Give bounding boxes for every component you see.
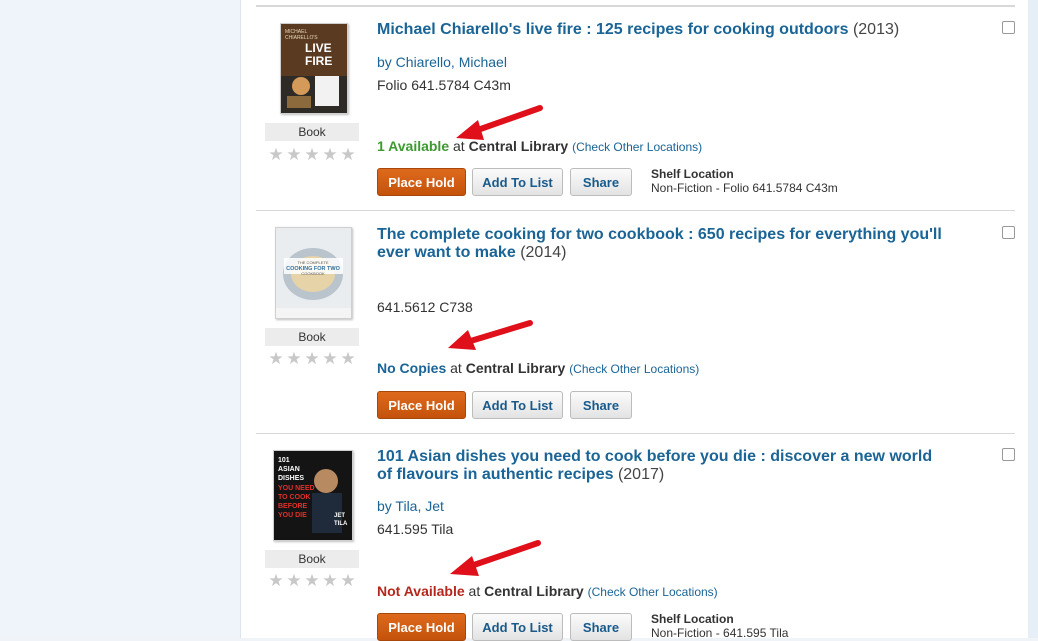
left-sidebar (0, 0, 241, 638)
select-checkbox[interactable] (1002, 226, 1015, 239)
cover-text: 101 (278, 457, 290, 464)
availability-status: No Copies (377, 360, 447, 376)
availability-line: Not Available at Central Library (Check … (377, 583, 718, 599)
author-link[interactable]: by Chiarello, Michael (377, 54, 507, 70)
star-icon[interactable]: ★ (339, 572, 357, 589)
cover-art: 101 ASIAN DISHES YOU NEED TO COOK BEFORE… (274, 451, 352, 540)
publication-year: (2017) (617, 466, 665, 483)
check-other-locations-link[interactable]: (Check Other Locations) (569, 362, 699, 376)
result-item: 101 ASIAN DISHES YOU NEED TO COOK BEFORE… (256, 433, 1015, 641)
cover-text: YOU NEED (278, 485, 315, 492)
select-checkbox[interactable] (1002, 448, 1015, 461)
star-rating[interactable]: ★ ★ ★ ★ ★ (267, 572, 361, 589)
star-rating[interactable]: ★ ★ ★ ★ ★ (267, 146, 361, 163)
cover-art: MICHAEL CHIARELLO'S LIVE FIRE (281, 24, 347, 113)
cover-text: TO COOK (278, 494, 311, 501)
cover-art: THE COMPLETE COOKING FOR TWO COOKBOOK (276, 228, 351, 318)
star-icon[interactable]: ★ (267, 350, 285, 367)
cover-text: COOKBOOK (301, 271, 325, 276)
shelf-location-label: Shelf Location (651, 167, 734, 181)
book-cover-image[interactable]: 101 ASIAN DISHES YOU NEED TO COOK BEFORE… (273, 450, 353, 541)
result-title: 101 Asian dishes you need to cook before… (377, 448, 947, 484)
star-icon[interactable]: ★ (285, 350, 303, 367)
call-number: 641.595 Tila (377, 521, 454, 537)
result-title: The complete cooking for two cookbook : … (377, 226, 947, 262)
cover-text: JET (334, 513, 345, 519)
star-icon[interactable]: ★ (285, 572, 303, 589)
place-hold-button[interactable]: Place Hold (377, 391, 466, 419)
result-title: Michael Chiarello's live fire : 125 reci… (377, 21, 952, 39)
star-icon[interactable]: ★ (321, 572, 339, 589)
star-icon[interactable]: ★ (303, 350, 321, 367)
shelf-location-label: Shelf Location (651, 612, 734, 626)
publication-year: (2013) (852, 21, 900, 38)
place-hold-button[interactable]: Place Hold (377, 168, 466, 196)
format-label: Book (265, 550, 359, 568)
availability-status: Not Available (377, 583, 465, 599)
cover-text: FIRE (305, 54, 332, 68)
cover-text: DISHES (278, 475, 304, 482)
check-other-locations-link[interactable]: (Check Other Locations) (572, 140, 702, 154)
title-link[interactable]: The complete cooking for two cookbook : … (377, 226, 942, 261)
check-other-locations-link[interactable]: (Check Other Locations) (588, 585, 718, 599)
star-icon[interactable]: ★ (303, 146, 321, 163)
red-arrow-annotation (450, 540, 541, 576)
publication-year: (2014) (520, 244, 567, 261)
share-button[interactable]: Share (570, 613, 632, 641)
result-item: MICHAEL CHIARELLO'S LIVE FIRE Book ★ ★ ★ ★ ★… (256, 6, 1015, 211)
search-results: MICHAEL CHIARELLO'S LIVE FIRE Book ★ ★ ★ ★ ★… (241, 0, 1028, 641)
star-icon[interactable]: ★ (321, 146, 339, 163)
cover-text: YOU DIE (278, 512, 307, 519)
result-item: THE COMPLETE COOKING FOR TWO COOKBOOK Bo… (256, 210, 1015, 434)
availability-line: No Copies at Central Library (Check Othe… (377, 360, 699, 376)
select-checkbox[interactable] (1002, 21, 1015, 34)
star-icon[interactable]: ★ (321, 350, 339, 367)
cover-text: ASIAN (278, 466, 300, 473)
right-gutter (1028, 0, 1038, 638)
star-icon[interactable]: ★ (267, 572, 285, 589)
cover-text: THE COMPLETE (297, 260, 328, 265)
availability-status: 1 Available (377, 138, 450, 154)
format-label: Book (265, 328, 359, 346)
star-icon[interactable]: ★ (339, 146, 357, 163)
place-hold-button[interactable]: Place Hold (377, 613, 466, 641)
share-button[interactable]: Share (570, 391, 632, 419)
star-icon[interactable]: ★ (339, 350, 357, 367)
shelf-location-value: Non-Fiction - Folio 641.5784 C43m (651, 181, 838, 195)
cover-text: BEFORE (278, 503, 308, 510)
library-name: Central Library (484, 583, 584, 599)
add-to-list-button[interactable]: Add To List (472, 391, 563, 419)
cover-text: TILA (334, 521, 348, 527)
cover-text: LIVE (305, 41, 332, 55)
at-text: at (468, 583, 481, 599)
add-to-list-button[interactable]: Add To List (472, 613, 563, 641)
call-number: Folio 641.5784 C43m (377, 77, 511, 93)
star-icon[interactable]: ★ (285, 146, 303, 163)
author-link[interactable]: by Tila, Jet (377, 498, 444, 514)
title-link[interactable]: Michael Chiarello's live fire : 125 reci… (377, 21, 849, 38)
star-rating[interactable]: ★ ★ ★ ★ ★ (267, 350, 361, 367)
at-text: at (450, 360, 462, 376)
star-icon[interactable]: ★ (303, 572, 321, 589)
star-icon[interactable]: ★ (267, 146, 285, 163)
add-to-list-button[interactable]: Add To List (472, 168, 563, 196)
book-cover-image[interactable]: MICHAEL CHIARELLO'S LIVE FIRE (280, 23, 348, 114)
red-arrow-annotation (456, 105, 543, 140)
call-number: 641.5612 C738 (377, 299, 473, 315)
share-button[interactable]: Share (570, 168, 632, 196)
red-arrow-annotation (448, 320, 533, 350)
library-name: Central Library (465, 360, 566, 376)
format-label: Book (265, 123, 359, 141)
book-cover-image[interactable]: THE COMPLETE COOKING FOR TWO COOKBOOK (275, 227, 352, 319)
